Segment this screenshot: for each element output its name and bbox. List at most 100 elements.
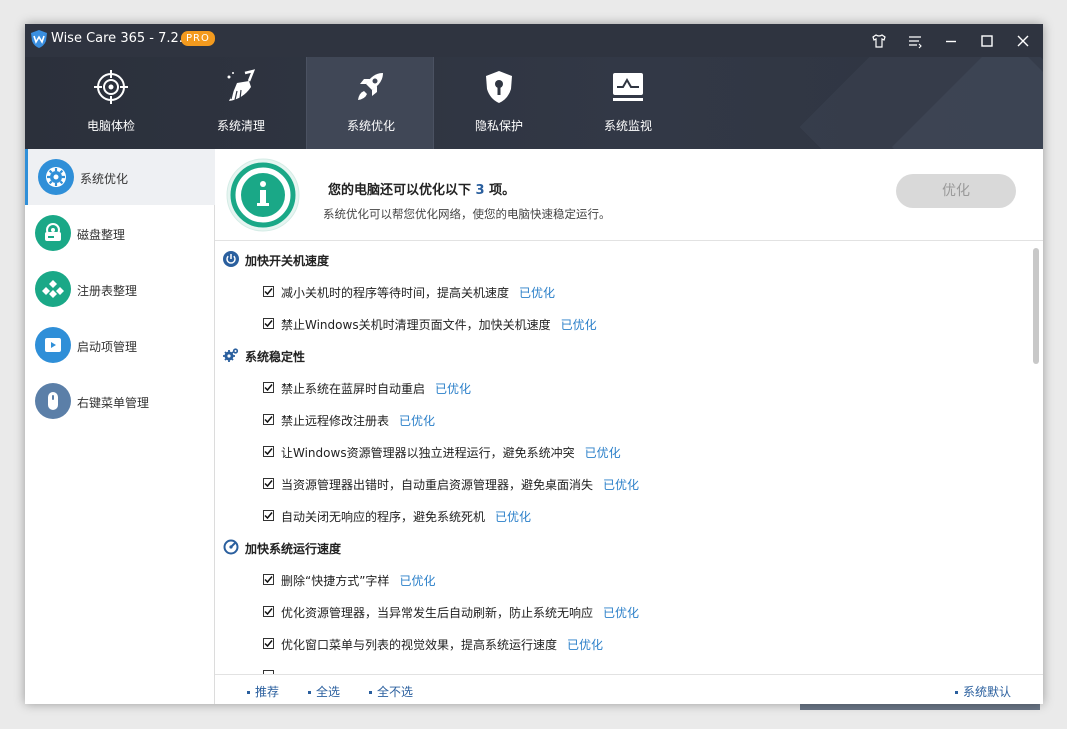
sidebar-item-disk-defrag[interactable]: 磁盘整理 — [25, 205, 215, 261]
summary-panel: 您的电脑还可以优化以下 3 项。 系统优化可以帮您优化网络，使您的电脑快速稳定运… — [215, 149, 1043, 241]
item-text: 优化资源管理器，当异常发生后自动刷新，防止系统无响应 — [281, 606, 594, 620]
checkbox[interactable] — [263, 478, 274, 489]
shield-icon — [486, 71, 512, 103]
sidebar-item-startup-manager[interactable]: 启动项管理 — [25, 317, 215, 373]
select-none-link[interactable]: 全不选 — [369, 683, 413, 700]
status-link[interactable]: 已优化 — [561, 318, 597, 332]
gears-icon — [223, 348, 239, 362]
sidebar-item-label: 右键菜单管理 — [77, 396, 150, 410]
bullet — [369, 691, 372, 694]
status-link[interactable]: 已优化 — [519, 286, 555, 300]
recommend-label: 推荐 — [255, 685, 280, 699]
checkbox[interactable] — [263, 446, 274, 457]
status-link[interactable]: 已优化 — [399, 574, 435, 588]
section-label: 加快开关机速度 — [245, 254, 330, 268]
power-icon — [223, 251, 239, 267]
item-text-wrap: 禁止系统在蓝屏时自动重启 已优化 — [281, 380, 471, 397]
item-text: 让Windows资源管理器以独立进程运行，避免系统冲突 — [281, 446, 575, 460]
checkbox[interactable] — [263, 318, 274, 329]
tab-label: 电脑体检 — [86, 119, 135, 133]
close-button[interactable] — [1005, 24, 1041, 57]
tab-label: 系统监视 — [603, 119, 652, 133]
checkbox[interactable] — [263, 382, 274, 393]
speedometer-icon — [223, 539, 239, 555]
tab-system-monitor[interactable]: 系统监视 — [564, 57, 692, 149]
item-text: 禁止系统在蓝屏时自动重启 — [281, 382, 426, 396]
item-text-wrap: 减小关机时的程序等待时间，提高关机速度 已优化 — [281, 284, 555, 301]
scrollbar-thumb[interactable] — [1033, 248, 1039, 364]
maximize-icon — [981, 34, 993, 47]
item-text-wrap: 自动关闭无响应的程序，避免系统死机 已优化 — [281, 508, 531, 525]
optimize-count: 3 — [475, 183, 485, 198]
status-link[interactable]: 已优化 — [495, 510, 531, 524]
item-text-wrap: 删除“快捷方式”字样 已优化 — [281, 572, 435, 589]
system-default-label: 系统默认 — [963, 685, 1012, 699]
maximize-button[interactable] — [969, 24, 1005, 57]
section-label: 加快系统运行速度 — [245, 542, 342, 556]
tab-label: 隐私保护 — [474, 119, 523, 133]
item-text-wrap: 禁止远程修改注册表 已优化 — [281, 412, 435, 429]
item-text-wrap: 优化资源管理器，当异常发生后自动刷新，防止系统无响应 已优化 — [281, 604, 639, 621]
skin-icon — [872, 33, 886, 48]
sidebar-item-label: 注册表整理 — [77, 284, 138, 298]
select-all-link[interactable]: 全选 — [308, 683, 340, 700]
minimize-icon — [946, 40, 956, 42]
item-text: 减小关机时的程序等待时间，提高关机速度 — [281, 286, 510, 300]
sidebar-item-registry-defrag[interactable]: 注册表整理 — [25, 261, 215, 317]
sidebar-item-label: 磁盘整理 — [77, 228, 126, 242]
tab-system-optimize[interactable]: 系统优化 — [306, 57, 434, 149]
checkbox[interactable] — [263, 414, 274, 425]
close-icon — [1017, 35, 1029, 46]
item-text: 优化窗口菜单与列表的视觉效果，提高系统运行速度 — [281, 638, 558, 652]
tab-label: 系统清理 — [216, 119, 265, 133]
pro-badge: PRO — [181, 31, 215, 46]
status-link[interactable]: 已优化 — [603, 478, 639, 492]
status-link[interactable]: 已优化 — [399, 414, 435, 428]
checkbox[interactable] — [263, 606, 274, 617]
tab-label: 系统优化 — [346, 119, 395, 133]
app-window: Wise Care 365 - 7.2.5 PRO 电脑体检 系统清理 系统优化… — [25, 24, 1043, 704]
item-text-wrap: 当资源管理器出错时，自动重启资源管理器，避免桌面消失 已优化 — [281, 476, 639, 493]
app-logo-icon — [31, 30, 47, 48]
info-icon — [226, 158, 300, 232]
sidebar-item-label: 启动项管理 — [77, 340, 138, 354]
disk-icon — [35, 215, 71, 251]
crosshair-icon — [94, 70, 128, 104]
tab-system-clean[interactable]: 系统清理 — [177, 57, 305, 149]
tab-pc-checkup[interactable]: 电脑体检 — [47, 57, 175, 149]
top-navigation: 电脑体检 系统清理 系统优化 隐私保护 系统监视 — [25, 57, 1043, 149]
monitor-icon — [613, 73, 643, 101]
sidebar-item-context-menu[interactable]: 右键菜单管理 — [25, 373, 215, 429]
status-link[interactable]: 已优化 — [585, 446, 621, 460]
mouse-icon — [35, 383, 71, 419]
skin-button[interactable] — [861, 24, 897, 57]
title-bar[interactable]: Wise Care 365 - 7.2.5 PRO — [25, 24, 1043, 57]
recommend-link[interactable]: 推荐 — [247, 683, 279, 700]
minimize-button[interactable] — [933, 24, 969, 57]
rocket-icon — [358, 73, 383, 100]
status-link[interactable]: 已优化 — [435, 382, 471, 396]
optimization-list[interactable]: 加快开关机速度 减小关机时的程序等待时间，提高关机速度 已优化 禁止Windows… — [215, 242, 1043, 674]
section-label: 系统稳定性 — [245, 350, 306, 364]
status-link[interactable]: 已优化 — [603, 606, 639, 620]
optimize-button[interactable]: 优化 — [896, 174, 1016, 208]
summary-subtitle: 系统优化可以帮您优化网络，使您的电脑快速稳定运行。 — [323, 207, 611, 221]
startup-icon — [35, 327, 71, 363]
status-link[interactable]: 已优化 — [567, 638, 603, 652]
item-text-wrap: 优化窗口菜单与列表的视觉效果，提高系统运行速度 已优化 — [281, 636, 603, 653]
summary-title-prefix: 您的电脑还可以优化以下 — [328, 183, 472, 198]
item-text: 删除“快捷方式”字样 — [281, 574, 390, 588]
registry-icon — [35, 271, 71, 307]
item-text: 禁止远程修改注册表 — [281, 414, 390, 428]
menu-button[interactable] — [897, 24, 933, 57]
checkbox[interactable] — [263, 574, 274, 585]
select-all-label: 全选 — [316, 685, 341, 699]
tab-privacy-protect[interactable]: 隐私保护 — [435, 57, 563, 149]
system-default-link[interactable]: 系统默认 — [955, 683, 1011, 700]
sidebar-item-system-optimize[interactable]: 系统优化 — [25, 149, 215, 205]
checkbox[interactable] — [263, 638, 274, 649]
menu-icon — [909, 35, 922, 48]
bullet — [955, 691, 958, 694]
checkbox[interactable] — [263, 510, 274, 521]
checkbox[interactable] — [263, 286, 274, 297]
